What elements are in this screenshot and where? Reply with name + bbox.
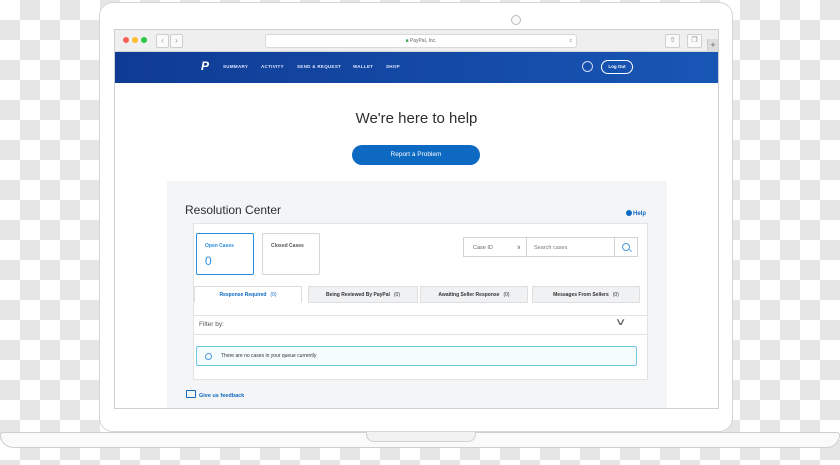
tab-being-reviewed[interactable]: Being Reviewed By PayPal (0)	[308, 286, 418, 303]
report-problem-button[interactable]: Report a Problem	[352, 145, 480, 165]
forward-button[interactable]: ›	[170, 34, 183, 48]
nav-activity[interactable]: ACTIVITY	[261, 64, 284, 69]
new-tab-button[interactable]: +	[707, 39, 718, 51]
resolution-center-panel: Resolution Center Help Open Cases 0 Clos…	[167, 181, 667, 408]
paypal-logo-icon[interactable]: P	[201, 60, 211, 73]
help-icon	[626, 210, 632, 216]
case-id-select[interactable]: Case ID ∨	[463, 237, 527, 257]
case-id-label: Case ID	[473, 245, 493, 251]
camera-icon	[511, 15, 521, 25]
open-cases-label: Open Cases	[205, 243, 234, 249]
nav-wallet[interactable]: WALLET	[353, 64, 373, 69]
nav-shop[interactable]: SHOP	[386, 64, 400, 69]
search-input[interactable]: Search cases	[527, 237, 615, 257]
maximize-window-icon[interactable]	[141, 37, 147, 43]
tabs-button[interactable]: ❐	[687, 34, 702, 48]
tab-awaiting-seller[interactable]: Awaiting Seller Response (0)	[420, 286, 528, 303]
resolution-center-title: Resolution Center	[185, 203, 282, 217]
lock-icon: ■	[405, 38, 409, 44]
feedback-icon	[186, 390, 196, 398]
tab-label: Response Required	[219, 292, 267, 298]
empty-queue-text: There are no cases in your queue current…	[221, 353, 317, 359]
reload-button[interactable]: c	[570, 35, 573, 47]
help-label: Help	[633, 211, 647, 217]
minimize-window-icon[interactable]	[132, 37, 138, 43]
feedback-link[interactable]: Give us feedback	[186, 390, 244, 399]
browser-window: ‹ › ■ PayPal, Inc. c ⇧ ❐ + P SUMMARY ACT…	[114, 29, 719, 409]
tab-label: Awaiting Seller Response	[438, 292, 500, 298]
search-button[interactable]	[614, 237, 638, 257]
tab-label: Messages From Sellers	[553, 292, 609, 298]
paypal-navbar: P SUMMARY ACTIVITY SEND & REQUEST WALLET…	[115, 52, 718, 83]
chevron-down-icon: ∨	[516, 245, 521, 251]
back-button[interactable]: ‹	[156, 34, 169, 48]
laptop-notch	[366, 432, 476, 442]
tab-count: (0)	[393, 292, 401, 298]
tab-response-required[interactable]: Response Required (0)	[194, 286, 302, 303]
page-title: We're here to help	[355, 110, 478, 127]
closed-cases-label: Closed Cases	[271, 243, 304, 249]
filter-bar[interactable]: Filter by: ∨	[194, 315, 647, 335]
open-cases-count: 0	[205, 254, 212, 268]
feedback-label: Give us feedback	[199, 393, 245, 399]
cases-card: Open Cases 0 Closed Cases Case ID ∨ Sear…	[193, 223, 648, 380]
filter-label: Filter by:	[199, 321, 224, 328]
empty-queue-notice: There are no cases in your queue current…	[196, 346, 637, 366]
info-icon	[205, 353, 212, 360]
tab-count: (0)	[270, 292, 277, 298]
url-text: PayPal, Inc.	[409, 38, 437, 44]
tab-count: (0)	[612, 292, 619, 298]
close-window-icon[interactable]	[123, 37, 129, 43]
share-button[interactable]: ⇧	[665, 34, 680, 48]
browser-toolbar: ‹ › ■ PayPal, Inc. c ⇧ ❐ +	[115, 30, 718, 52]
address-bar[interactable]: ■ PayPal, Inc. c	[265, 34, 577, 48]
logout-button[interactable]: Log Out	[601, 60, 633, 74]
nav-send-request[interactable]: SEND & REQUEST	[297, 64, 341, 69]
tab-label: Being Reviewed By PayPal	[325, 292, 390, 298]
open-cases-tile[interactable]: Open Cases 0	[196, 233, 254, 275]
search-icon-handle	[629, 249, 632, 252]
settings-gear-icon[interactable]	[582, 61, 593, 72]
closed-cases-tile[interactable]: Closed Cases	[262, 233, 320, 275]
chevron-down-icon[interactable]: ∨	[615, 317, 627, 328]
help-link[interactable]: Help	[626, 210, 646, 217]
tab-count: (0)	[503, 292, 510, 298]
nav-summary[interactable]: SUMMARY	[223, 64, 248, 69]
tab-messages-from-sellers[interactable]: Messages From Sellers (0)	[532, 286, 640, 303]
